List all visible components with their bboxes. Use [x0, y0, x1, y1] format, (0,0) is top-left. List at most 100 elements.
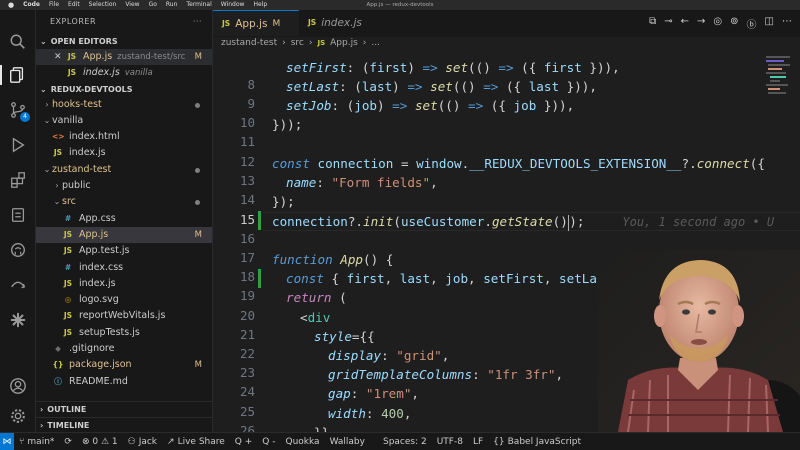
line-number: 13 [239, 173, 255, 188]
git-commit-icon[interactable]: ⊸ [664, 16, 672, 31]
problems-count[interactable]: ⊗ 0 ⚠ 1 [77, 437, 123, 447]
code-line: width: 400, [328, 406, 412, 421]
tree-file-gitignore[interactable]: ◆ .gitignore [36, 341, 212, 357]
github-copilot-icon[interactable]: ⓑ [747, 16, 757, 31]
arrow-left-icon[interactable]: ← [681, 16, 689, 31]
blame-icon[interactable]: ⊚ [730, 16, 738, 31]
menu-file[interactable]: File [49, 0, 59, 10]
menu-run[interactable]: Run [166, 0, 178, 10]
tree-file-report-web-vitals[interactable]: JS reportWebVitals.js [36, 308, 212, 324]
editor-actions: ⧉ ⊸ ← → ◎ ⊚ ⓑ ◫ ⋯ [649, 16, 792, 31]
tree-file-package-json[interactable]: {} package.json M [36, 357, 212, 373]
tree-folder-vanilla[interactable]: ⌄ vanilla [36, 113, 212, 129]
extensions-icon[interactable] [8, 170, 28, 190]
source-control-icon[interactable]: 4 [8, 100, 30, 122]
apple-logo-icon[interactable]: ● [8, 0, 14, 10]
timeline-header[interactable]: › TIMELINE [36, 417, 212, 432]
macos-menubar: ● Code File Edit Selection View Go Run T… [0, 0, 800, 10]
more-actions-icon[interactable]: ··· [193, 10, 202, 34]
tree-file-index-css[interactable]: # index.css [36, 260, 212, 276]
tree-folder-hooks-test[interactable]: › hooks-test [36, 97, 212, 113]
git-branch[interactable]: ⑂ main* [14, 437, 59, 447]
remote-indicator-icon[interactable]: ⋈ [0, 432, 14, 450]
tab-index-js[interactable]: JS index.js [299, 10, 379, 36]
tab-app-js[interactable]: JS App.js M [213, 10, 299, 36]
project-header[interactable]: ⌄ REDUX-DEVTOOLS [36, 82, 212, 97]
close-icon[interactable]: ✕ [54, 49, 66, 65]
settings-sync-icon[interactable] [8, 310, 28, 330]
menu-terminal[interactable]: Terminal [186, 0, 211, 10]
tree-folder-src[interactable]: ⌄ src [36, 194, 212, 210]
breadcrumb: zustand-test › src › JS App.js › ... [213, 37, 800, 50]
menu-view[interactable]: View [125, 0, 139, 10]
tree-file-index-html[interactable]: <> index.html [36, 129, 212, 145]
tree-file-logo-svg[interactable]: ◎ logo.svg [36, 292, 212, 308]
menu-go[interactable]: Go [149, 0, 157, 10]
explorer-icon[interactable] [0, 65, 36, 85]
tree-folder-zustand-test[interactable]: ⌄ zustand-test [36, 162, 212, 178]
tree-file-readme[interactable]: ⓘ README.md [36, 374, 212, 390]
remote-explorer-icon[interactable] [8, 275, 28, 295]
code-line: })); [272, 117, 303, 132]
tree-file-index-js[interactable]: JS index.js [36, 145, 212, 161]
encoding-setting[interactable]: UTF-8 [432, 437, 468, 447]
zoom-in-button[interactable]: Q + [230, 437, 258, 447]
editor-tabs: JS App.js M JS index.js ⧉ ⊸ ← → ◎ ⊚ ⓑ ◫ … [213, 10, 800, 50]
language-mode[interactable]: {} Babel JavaScript [488, 437, 586, 447]
compare-icon[interactable]: ⧉ [649, 16, 656, 31]
open-editors-header[interactable]: ⌄ OPEN EDITORS [36, 34, 212, 49]
menu-window[interactable]: Window [221, 0, 245, 10]
run-debug-icon[interactable] [8, 135, 28, 155]
line-number-current: 15 [239, 212, 255, 227]
chevron-right-icon: › [308, 38, 313, 48]
menu-selection[interactable]: Selection [89, 0, 117, 10]
chevron-down-icon: ⌄ [43, 115, 51, 125]
outline-header[interactable]: › OUTLINE [36, 401, 212, 416]
code-line-current: connection?.init(useCustomer.getState())… [272, 214, 775, 231]
webcam-presenter-image [598, 250, 800, 432]
gear-icon[interactable] [8, 406, 28, 426]
breadcrumb-item[interactable]: zustand-test [221, 37, 277, 50]
menu-app[interactable]: Code [23, 0, 40, 10]
json-file-icon: {} [52, 360, 64, 370]
tree-file-app-test-js[interactable]: JS App.test.js [36, 243, 212, 259]
eol-setting[interactable]: LF [468, 437, 488, 447]
github-icon[interactable] [8, 240, 28, 260]
minimap[interactable] [760, 50, 800, 110]
breadcrumb-item[interactable]: ... [371, 37, 380, 50]
code-line: function App() { [272, 252, 394, 267]
tree-file-src-index-js[interactable]: JS index.js [36, 276, 212, 292]
tree-file-app-css[interactable]: # App.css [36, 211, 212, 227]
chevron-down-icon: ⌄ [40, 37, 47, 46]
quokka-button[interactable]: Quokka [281, 437, 325, 447]
open-editor-item[interactable]: ✕ JS App.js zustand-test/src M [36, 49, 212, 66]
code-line: const connection = window.__REDUX_DEVTOO… [272, 156, 765, 171]
menu-edit[interactable]: Edit [68, 0, 80, 10]
zoom-out-button[interactable]: Q - [257, 437, 280, 447]
code-line: return ( [286, 290, 347, 305]
account-icon[interactable] [8, 376, 28, 396]
breadcrumb-item[interactable]: src [291, 37, 304, 50]
explorer-sidebar: EXPLORER ··· ⌄ OPEN EDITORS ✕ JS App.js z… [36, 10, 213, 432]
testing-icon[interactable] [8, 205, 28, 225]
braces-icon: {} [493, 436, 505, 447]
menu-help[interactable]: Help [253, 0, 267, 10]
tree-folder-public[interactable]: › public [36, 178, 212, 194]
arrow-right-icon[interactable]: → [697, 16, 705, 31]
indentation-setting[interactable]: Spaces: 2 [378, 437, 432, 447]
wallaby-button[interactable]: Wallaby [325, 437, 370, 447]
tree-file-setup-tests[interactable]: JS setupTests.js [36, 325, 212, 341]
sync-icon[interactable]: ⟳ [59, 437, 77, 447]
breadcrumb-item[interactable]: App.js [330, 37, 358, 50]
tree-file-app-js[interactable]: JS App.js M [36, 226, 212, 244]
split-editor-icon[interactable]: ◫ [765, 16, 774, 31]
more-actions-icon[interactable]: ⋯ [782, 16, 792, 31]
branch-icon: ⑂ [19, 436, 25, 447]
live-share-user[interactable]: ⚇ Jack [123, 437, 162, 447]
open-editor-item[interactable]: JS index.js vanilla [36, 65, 212, 81]
search-icon[interactable] [8, 32, 28, 52]
svg-file-icon: ◎ [64, 295, 72, 305]
inspect-icon[interactable]: ◎ [713, 16, 722, 31]
modified-dot [195, 200, 200, 206]
live-share-button[interactable]: ↗ Live Share [162, 437, 230, 447]
